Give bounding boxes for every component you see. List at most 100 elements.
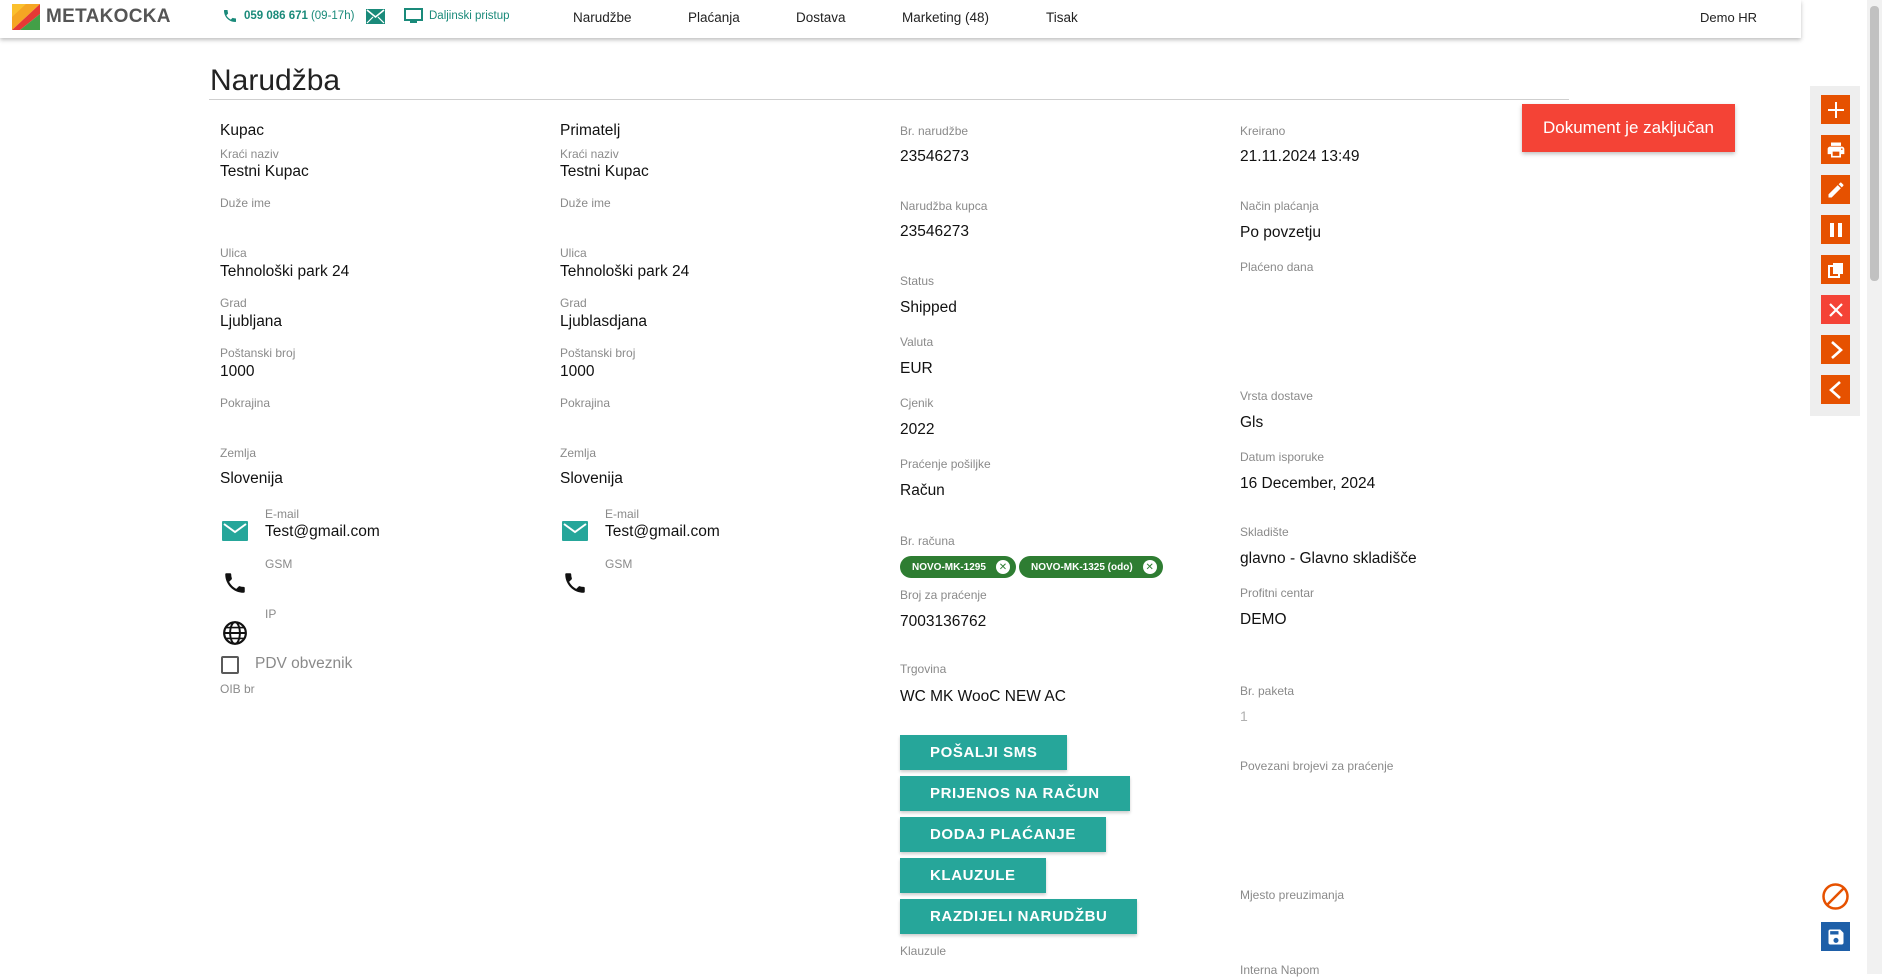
invoice-chip-label: NOVO-MK-1325 (odo)	[1031, 561, 1133, 573]
tracking-number-label: Broj za praćenje	[900, 588, 987, 602]
print-button[interactable]	[1821, 135, 1850, 164]
nav-print[interactable]: Tisak	[1046, 10, 1078, 25]
mail-button[interactable]	[366, 9, 385, 24]
clauses-button[interactable]: KLAUZULE	[900, 858, 1046, 893]
customer-order[interactable]: 23546273	[900, 223, 969, 241]
buyer-short-name[interactable]: Testni Kupac	[220, 163, 309, 181]
tracking-label: Praćenje pošiljke	[900, 457, 991, 471]
nav-marketing[interactable]: Marketing (48)	[902, 10, 989, 25]
scrollbar-thumb[interactable]	[1870, 6, 1879, 281]
remove-chip-icon[interactable]: ✕	[1142, 560, 1157, 574]
pause-button[interactable]	[1821, 215, 1850, 244]
order-number-label: Br. narudžbe	[900, 124, 969, 138]
transfer-to-invoice-button[interactable]: PRIJENOS NA RAČUN	[900, 776, 1130, 811]
buyer-city[interactable]: Ljubljana	[220, 313, 282, 331]
currency-value[interactable]: EUR	[900, 360, 933, 378]
logo[interactable]: METAKOCKA	[10, 2, 171, 32]
send-sms-button[interactable]: POŠALJI SMS	[900, 735, 1068, 770]
clauses-label: Klauzule	[900, 944, 947, 958]
payment-method[interactable]: Po povzetju	[1240, 224, 1321, 242]
recipient-province-label: Pokrajina	[560, 396, 611, 410]
buyer-email[interactable]: Test@gmail.com	[265, 523, 380, 541]
nav-payments[interactable]: Plaćanja	[688, 10, 740, 25]
recipient-email[interactable]: Test@gmail.com	[605, 523, 720, 541]
invoice-chip-label: NOVO-MK-1295	[912, 561, 986, 573]
warehouse-label: Skladište	[1240, 525, 1289, 539]
buyer-city-label: Grad	[220, 296, 247, 310]
recipient-short-name-label: Kraći naziv	[560, 147, 619, 161]
page-title: Narudžba	[210, 64, 341, 97]
status-label: Status	[900, 274, 935, 288]
pricelist-label: Cjenik	[900, 396, 934, 410]
tracking-value[interactable]: Račun	[900, 482, 945, 500]
packages-value[interactable]: 1	[1240, 708, 1248, 724]
recipient-city[interactable]: Ljublasdjana	[560, 313, 647, 331]
top-bar: METAKOCKA 059 086 671 (09-17h) Daljinski…	[0, 0, 1801, 38]
invoice-chip[interactable]: NOVO-MK-1295 ✕	[900, 556, 1016, 578]
recipient-country[interactable]: Slovenija	[560, 470, 623, 488]
shop-value[interactable]: WC MK WooC NEW AC	[900, 688, 1066, 706]
recipient-gsm-label: GSM	[605, 557, 633, 571]
recipient-zip[interactable]: 1000	[560, 363, 594, 381]
next-button[interactable]	[1821, 335, 1850, 364]
monitor-icon	[404, 8, 423, 24]
delivery-date[interactable]: 16 December, 2024	[1240, 475, 1375, 493]
buyer-country[interactable]: Slovenija	[220, 470, 283, 488]
vat-payer-label: PDV obveznik	[255, 655, 353, 672]
recipient-street-label: Ulica	[560, 246, 587, 260]
remove-chip-icon[interactable]: ✕	[995, 560, 1010, 574]
add-button[interactable]	[1821, 95, 1850, 124]
metakocka-logo-icon	[12, 4, 40, 30]
add-payment-button[interactable]: DODAJ PLAĆANJE	[900, 817, 1106, 852]
split-order-button[interactable]: RAZDIJELI NARUDŽBU	[900, 899, 1138, 934]
status-value[interactable]: Shipped	[900, 299, 957, 317]
created-label: Kreirano	[1240, 124, 1286, 138]
remote-access-link[interactable]: Daljinski pristup	[404, 8, 510, 24]
tracking-number[interactable]: 7003136762	[900, 613, 986, 631]
edit-button[interactable]	[1821, 175, 1850, 204]
recipient-header: Primatelj	[560, 122, 621, 139]
created-value: 21.11.2024 13:49	[1240, 148, 1360, 165]
buyer-country-label: Zemlja	[220, 446, 257, 460]
linked-tracking-label: Povezani brojevi za praćenje	[1240, 759, 1394, 773]
delivery-type-label: Vrsta dostave	[1240, 389, 1313, 403]
recipient-city-label: Grad	[560, 296, 587, 310]
shop-label: Trgovina	[900, 662, 947, 676]
order-number[interactable]: 23546273	[900, 148, 969, 166]
save-button[interactable]	[1821, 922, 1850, 951]
email-icon	[222, 521, 248, 541]
buyer-gsm-label: GSM	[265, 557, 293, 571]
buyer-province-label: Pokrajina	[220, 396, 271, 410]
phone-number: 059 086 671	[244, 10, 308, 22]
delete-button[interactable]	[1821, 295, 1850, 324]
warehouse-value[interactable]: glavno - Glavno skladišče	[1240, 550, 1417, 568]
paid-days-label: Plaćeno dana	[1240, 260, 1314, 274]
recipient-email-label: E-mail	[605, 507, 640, 521]
recipient-country-label: Zemlja	[560, 446, 597, 460]
copy-icon	[1827, 262, 1843, 278]
phone-contact[interactable]: 059 086 671 (09-17h)	[222, 8, 354, 24]
recipient-street[interactable]: Tehnološki park 24	[560, 263, 689, 281]
copy-button[interactable]	[1821, 255, 1850, 284]
recipient-short-name[interactable]: Testni Kupac	[560, 163, 649, 181]
nav-delivery[interactable]: Dostava	[796, 10, 846, 25]
currency-label: Valuta	[900, 335, 934, 349]
plus-icon	[1827, 101, 1844, 118]
profit-center-value[interactable]: DEMO	[1240, 611, 1287, 629]
invoice-chip[interactable]: NOVO-MK-1325 (odo) ✕	[1019, 556, 1163, 578]
phone-icon	[222, 8, 238, 24]
buyer-zip[interactable]: 1000	[220, 363, 254, 381]
payment-method-label: Način plaćanja	[1240, 199, 1319, 213]
nav-orders[interactable]: Narudžbe	[573, 10, 632, 25]
pricelist-value[interactable]: 2022	[900, 421, 934, 439]
profit-center-label: Profitni centar	[1240, 586, 1315, 600]
previous-button[interactable]	[1821, 375, 1850, 404]
buyer-street[interactable]: Tehnološki park 24	[220, 263, 349, 281]
chevron-left-icon	[1828, 380, 1841, 399]
delivery-type[interactable]: Gls	[1240, 414, 1263, 432]
buyer-zip-label: Poštanski broj	[220, 346, 296, 360]
user-menu[interactable]: Demo HR	[1700, 10, 1757, 25]
save-icon	[1828, 929, 1843, 944]
vat-payer-checkbox[interactable]	[221, 656, 239, 674]
cancel-button[interactable]	[1821, 882, 1850, 911]
